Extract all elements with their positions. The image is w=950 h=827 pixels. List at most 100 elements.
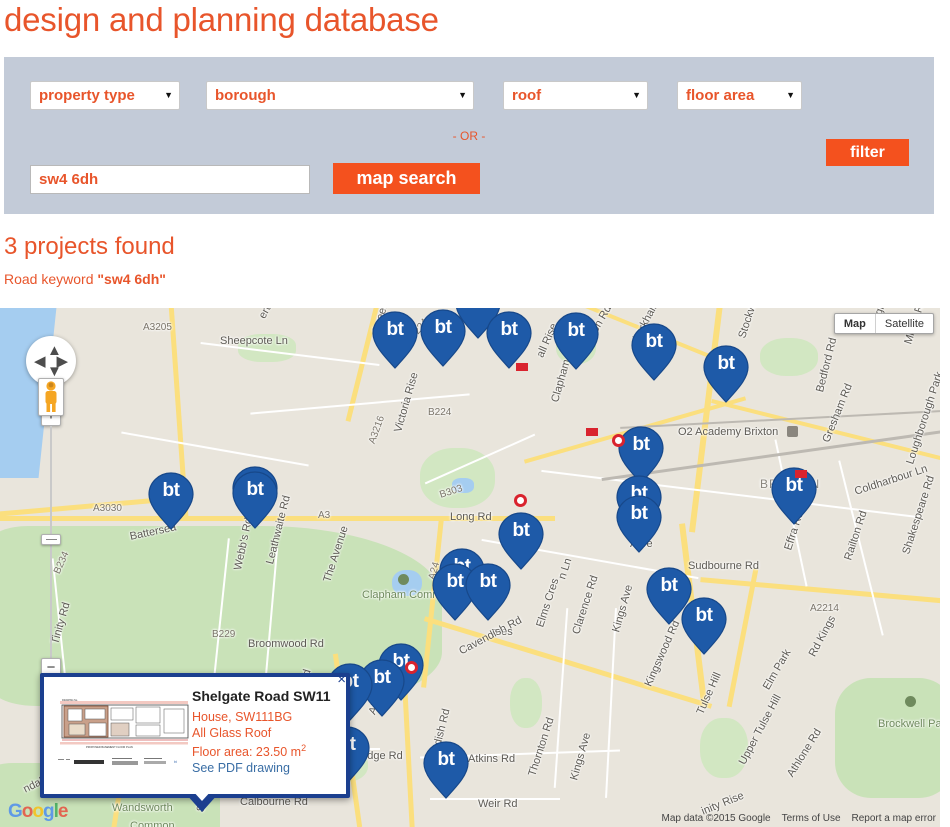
info-window[interactable]: × PROPOSED BASEMENT FLOOR PLAN DRAWING N… xyxy=(40,672,350,812)
roof-select[interactable]: roof ▼ xyxy=(503,81,648,110)
filter-panel: property type ▼ borough ▼ roof ▼ floor a… xyxy=(4,57,934,214)
road-search-input[interactable] xyxy=(30,165,310,194)
property-type-label: property type xyxy=(39,87,135,104)
project-type-postcode: House, SW111BG xyxy=(192,710,293,724)
map-road-label: Sheepcote Ln xyxy=(220,335,288,347)
or-divider: - OR - xyxy=(452,129,486,143)
map-marker-label: bt xyxy=(434,317,452,338)
map-marker-label: bt xyxy=(785,475,803,496)
map-marker-pin[interactable]: bt xyxy=(681,597,727,655)
google-logo-letter: o xyxy=(32,801,44,822)
map-marker-pin[interactable]: bt xyxy=(465,563,511,621)
map-marker-pin[interactable]: bt xyxy=(420,309,466,367)
results-keyword-value: "sw4 6dh" xyxy=(97,271,166,287)
map-marker-pin[interactable]: bt xyxy=(486,311,532,369)
svg-text:PROPOSED BASEMENT FLOOR PLAN: PROPOSED BASEMENT FLOOR PLAN xyxy=(86,745,133,749)
map-marker-pin[interactable]: bt xyxy=(771,467,817,525)
map-viewport[interactable]: A3205Sheepcote Lnert RdQueenstown RdB224… xyxy=(0,308,940,827)
map-marker-pin[interactable]: bt xyxy=(498,512,544,570)
terms-of-use-link[interactable]: Terms of Use xyxy=(782,813,841,824)
green-patch xyxy=(760,338,818,376)
map-marker-pin[interactable]: bt xyxy=(232,471,278,529)
property-type-select[interactable]: property type ▼ xyxy=(30,81,180,110)
poi-marker-icon xyxy=(787,426,798,437)
map-type-control[interactable]: Map Satellite xyxy=(833,313,934,334)
map-marker-pin[interactable]: bt xyxy=(631,323,677,381)
map-road-label: Weir Rd xyxy=(478,798,518,810)
pan-left-icon[interactable]: ◀ xyxy=(34,354,46,369)
close-icon[interactable]: × xyxy=(337,672,346,688)
map-type-satellite[interactable]: Satellite xyxy=(874,314,933,333)
map-marker-label: bt xyxy=(162,480,180,501)
map-marker-pin[interactable]: bt xyxy=(616,495,662,553)
chevron-down-icon: ▼ xyxy=(458,90,467,100)
google-logo-letter: e xyxy=(57,801,69,822)
rail-station-icon xyxy=(795,470,807,478)
pan-right-icon[interactable]: ▶ xyxy=(56,354,68,369)
map-marker-pin[interactable]: bt xyxy=(372,311,418,369)
map-marker-label: bt xyxy=(512,520,530,541)
page-title: design and planning database xyxy=(4,1,439,38)
map-search-button[interactable]: map search xyxy=(333,163,480,194)
results-keyword: Road keyword "sw4 6dh" xyxy=(4,271,166,287)
map-marker-label: bt xyxy=(567,320,585,341)
map-marker-label: bt xyxy=(632,434,650,455)
map-marker-pin[interactable]: bt xyxy=(148,472,194,530)
map-road-label: A3030 xyxy=(93,503,122,514)
map-road-label: Atkins Rd xyxy=(468,753,516,765)
info-window-body: Shelgate Road SW11 House, SW111BG All Gl… xyxy=(192,687,342,776)
map-marker-label: bt xyxy=(645,331,663,352)
borough-label: borough xyxy=(215,87,276,104)
map-road-label: Wandsworth xyxy=(112,802,173,814)
info-window-tail-inner xyxy=(192,790,212,801)
map-marker-label: bt xyxy=(660,575,678,596)
floor-area-select[interactable]: floor area ▼ xyxy=(677,81,802,110)
map-canvas[interactable]: A3205Sheepcote Lnert RdQueenstown RdB224… xyxy=(0,308,940,827)
map-marker-label: bt xyxy=(500,319,518,340)
map-road-label: B224 xyxy=(428,407,452,418)
green-patch xyxy=(700,718,748,778)
zoom-slider-thumb[interactable] xyxy=(41,534,61,545)
map-road-label: B229 xyxy=(212,629,236,640)
project-roof: All Glass Roof xyxy=(192,725,272,740)
see-pdf-drawing-link[interactable]: See PDF drawing xyxy=(192,761,342,777)
map-marker-pin[interactable]: bt xyxy=(553,312,599,370)
floor-area-unit-exponent: 2 xyxy=(301,743,307,753)
floor-area-text: Floor area: 23.50 m xyxy=(192,745,302,760)
filter-button[interactable]: filter xyxy=(826,139,909,166)
google-logo-letter: G xyxy=(8,801,23,822)
brockwell-park-green xyxy=(835,678,940,798)
project-floor-area: Floor area: 23.50 m2 xyxy=(192,741,342,761)
map-marker-label: bt xyxy=(246,479,264,500)
map-attribution: Map data ©2015 Google Terms of Use Repor… xyxy=(661,813,936,824)
map-marker-pin[interactable]: bt xyxy=(423,741,469,799)
zoom-slider-track[interactable] xyxy=(50,426,52,666)
map-road-label: Brockwell Park xyxy=(878,718,940,730)
floorplan-thumbnail[interactable]: PROPOSED BASEMENT FLOOR PLAN DRAWING No.… xyxy=(56,695,196,773)
map-road-label: Common xyxy=(130,820,175,827)
map-road-label: Long Rd xyxy=(450,511,492,523)
roof-label: roof xyxy=(512,87,542,104)
map-road-label: A3205 xyxy=(143,322,172,333)
rail-station-icon xyxy=(586,428,598,436)
rail-station-icon xyxy=(516,363,528,371)
tube-station-icon xyxy=(405,661,418,674)
pegman-streetview-control[interactable] xyxy=(38,378,64,416)
map-type-map[interactable]: Map xyxy=(835,314,875,333)
page-root: design and planning database property ty… xyxy=(0,0,950,827)
map-marker-label: bt xyxy=(717,353,735,374)
chevron-down-icon: ▼ xyxy=(632,90,641,100)
project-title: Shelgate Road SW11 xyxy=(192,688,331,704)
map-marker-label: bt xyxy=(386,319,404,340)
report-map-error-link[interactable]: Report a map error xyxy=(852,813,936,824)
map-road-label: Broomwood Rd xyxy=(248,638,324,650)
borough-select[interactable]: borough ▼ xyxy=(206,81,474,110)
map-data-attribution: Map data ©2015 Google xyxy=(661,813,771,824)
green-patch xyxy=(510,678,542,728)
poi-marker-icon xyxy=(905,696,916,707)
poi-marker-icon xyxy=(398,574,409,585)
map-marker-pin[interactable]: bt xyxy=(703,345,749,403)
svg-text:bt: bt xyxy=(174,760,177,764)
map-marker-label: bt xyxy=(695,605,713,626)
map-marker-label: bt xyxy=(479,571,497,592)
